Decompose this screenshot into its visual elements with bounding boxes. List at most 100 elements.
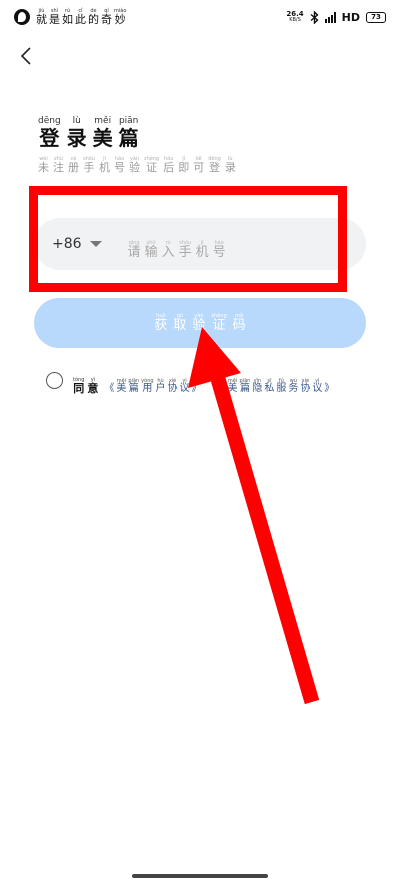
hanzi: 篇 — [239, 382, 250, 394]
hanzi: 码 — [232, 318, 246, 333]
hanzi: 册 — [68, 161, 79, 174]
agree-checkbox[interactable] — [46, 371, 63, 389]
status-right: 26.4 KB/S HD 73 — [286, 10, 386, 24]
agreement-row: tóng 同 yì 意 《 měi 美 piān 篇 yòng 用 hù 户 xié 协 yì 议 》 《 mě… — [46, 366, 334, 394]
battery-level: 73 — [371, 13, 381, 21]
hanzi: 意 — [87, 382, 99, 395]
char-2: měi 美 — [93, 117, 113, 149]
char-8: yì 议 — [312, 378, 323, 394]
bluetooth-icon — [310, 10, 319, 24]
hanzi: 取 — [173, 318, 187, 333]
signal-icon — [324, 11, 336, 23]
char-1: qǔ 取 — [173, 314, 187, 333]
char-3: cǐ 此 — [75, 9, 86, 26]
char-7: zhèng 证 — [144, 157, 159, 174]
char-0: dēng 登 — [38, 116, 61, 149]
char-6: yì 议 — [179, 378, 190, 394]
hanzi: 验 — [192, 318, 206, 333]
char-4: mǎ 码 — [232, 314, 246, 333]
home-indicator — [132, 874, 268, 878]
hanzi: 《 — [104, 382, 115, 394]
char-5: hào 号 — [114, 157, 126, 174]
hanzi: 妙 — [114, 13, 126, 26]
hanzi: 注 — [53, 161, 64, 174]
pinyin: lù — [72, 116, 81, 126]
user-agreement-link[interactable]: 《 měi 美 piān 篇 yòng 用 hù 户 xié 协 yì 议 》 — [104, 367, 201, 394]
char-9: 》 — [324, 379, 334, 394]
hanzi: 协 — [167, 382, 178, 394]
hanzi: 就 — [36, 13, 47, 26]
char-3: zhèng 证 — [211, 314, 226, 333]
app-logo-icon — [14, 9, 30, 25]
hanzi: 议 — [312, 382, 323, 394]
network-speed: 26.4 KB/S — [286, 11, 303, 23]
hanzi: 》 — [324, 382, 335, 394]
page-title: dēng 登 lù 录 měi 美 piān 篇 — [38, 108, 139, 149]
hanzi: 证 — [146, 161, 158, 174]
page-title-text: dēng 登 lù 录 měi 美 piān 篇 — [38, 116, 139, 149]
hanzi: 协 — [300, 382, 311, 394]
hanzi: 务 — [288, 382, 299, 394]
hanzi: 此 — [75, 13, 86, 26]
privacy-agreement-text: 《 měi 美 piān 篇 yǐn 隐 sī 私 fú 服 wù 务 xié 协 yì 议 》 — [216, 378, 335, 394]
network-type: HD — [341, 10, 360, 24]
privacy-agreement-link[interactable]: 《 měi 美 piān 篇 yǐn 隐 sī 私 fú 服 wù 务 xié 协 yì 议 》 — [216, 367, 335, 394]
char-5: qí 奇 — [101, 9, 112, 26]
char-2: piān 篇 — [239, 378, 251, 394]
char-8: hòu 后 — [163, 157, 175, 174]
hanzi: 篇 — [128, 382, 139, 394]
user-agreement-text: 《 měi 美 piān 篇 yòng 用 hù 户 xié 协 yì 议 》 — [104, 378, 202, 394]
hanzi: 未 — [38, 161, 49, 174]
status-left: jiù 就 shì 是 rú 如 cǐ 此 de 的 qí 奇 miào 妙 — [14, 9, 126, 25]
hanzi: 后 — [163, 161, 175, 174]
char-10: kě 可 — [193, 157, 204, 174]
hanzi: 验 — [129, 161, 141, 174]
char-4: de 的 — [88, 9, 99, 26]
chevron-left-icon[interactable] — [16, 44, 40, 68]
battery-icon: 73 — [366, 11, 386, 23]
get-code-button[interactable]: huò 获 qǔ 取 yàn 验 zhèng 证 mǎ 码 — [34, 298, 366, 348]
char-2: yàn 验 — [192, 314, 206, 333]
hanzi: 手 — [83, 161, 95, 174]
char-2: cè 册 — [68, 157, 79, 174]
char-9: jí 即 — [178, 157, 189, 174]
hanzi: 》 — [191, 382, 202, 394]
hanzi: 号 — [114, 161, 126, 174]
hanzi: 是 — [49, 13, 60, 26]
char-0: 《 — [216, 379, 226, 394]
char-1: shì 是 — [49, 9, 60, 26]
char-4: jī 机 — [99, 157, 111, 174]
arrow-shaft-icon — [208, 369, 320, 705]
hanzi: 奇 — [101, 13, 112, 26]
network-speed-unit: KB/S — [289, 17, 301, 23]
char-3: piān 篇 — [119, 117, 139, 149]
hanzi: 服 — [276, 382, 287, 394]
hanzi: 如 — [62, 13, 73, 26]
hanzi: 用 — [142, 382, 153, 394]
char-0: 《 — [104, 379, 114, 394]
char-6: miào 妙 — [114, 9, 126, 26]
get-code-button-label: huò 获 qǔ 取 yàn 验 zhèng 证 mǎ 码 — [154, 314, 246, 333]
char-1: měi 美 — [116, 378, 127, 394]
char-2: rú 如 — [62, 9, 73, 26]
status-bar: jiù 就 shì 是 rú 如 cǐ 此 de 的 qí 奇 miào 妙 26.4 KB/S HD 7… — [0, 0, 400, 34]
char-0: huò 获 — [154, 314, 167, 333]
agree-label: tóng 同 yì 意 — [73, 366, 99, 395]
char-4: sī 私 — [264, 378, 274, 394]
char-3: yòng 用 — [141, 378, 153, 394]
hanzi: 证 — [212, 318, 226, 333]
char-5: fú 服 — [276, 378, 287, 394]
char-0: wèi 未 — [38, 157, 49, 174]
agree-label-text: tóng 同 yì 意 — [73, 378, 99, 395]
hanzi: 美 — [116, 382, 127, 394]
char-0: jiù 就 — [36, 9, 47, 26]
char-1: zhù 注 — [53, 157, 64, 174]
char-12: lù 录 — [225, 157, 236, 174]
hanzi: 议 — [179, 382, 190, 394]
hanzi: 隐 — [252, 382, 263, 394]
char-3: shǒu 手 — [83, 157, 95, 174]
hanzi: 登 — [209, 161, 221, 174]
pinyin: dēng — [38, 116, 61, 126]
hanzi: 机 — [99, 161, 111, 174]
hanzi: 的 — [88, 13, 99, 26]
